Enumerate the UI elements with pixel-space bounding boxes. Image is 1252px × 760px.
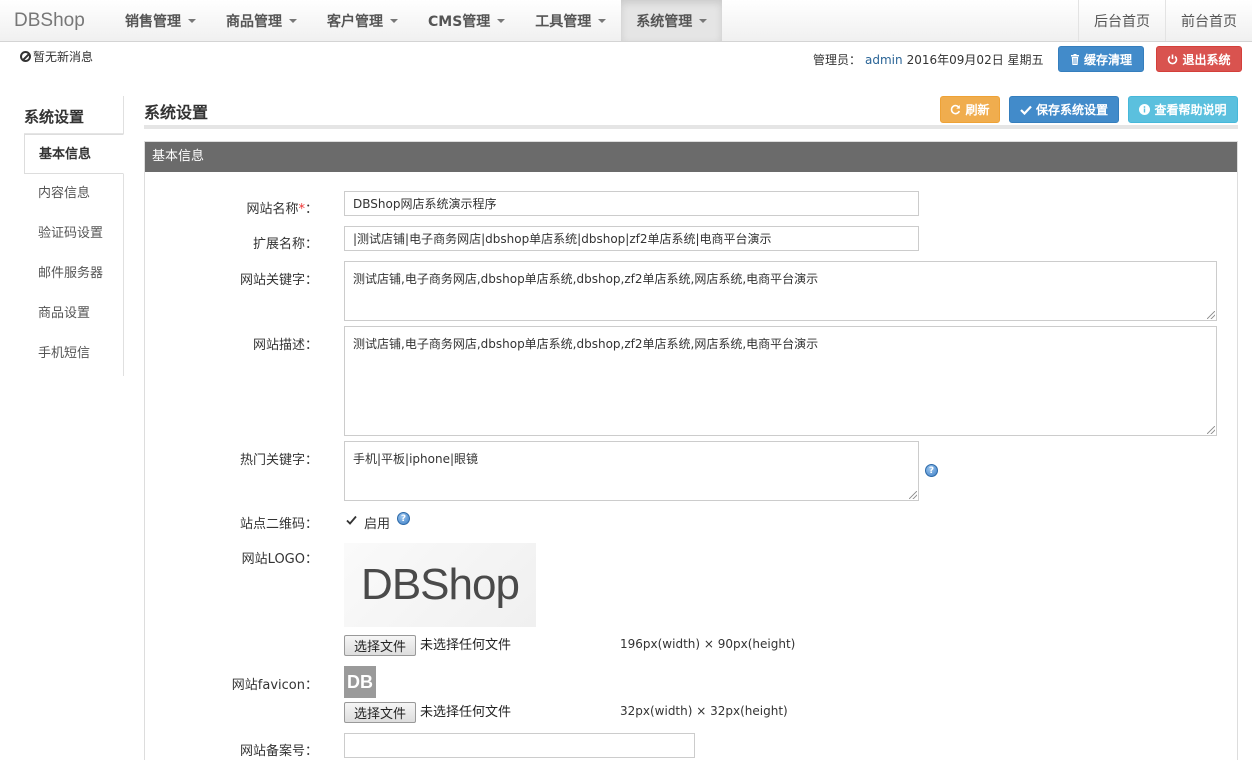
sub-header: 暂无新消息 管理员： admin 2016年09月02日 星期五 缓存清理 退出系统: [0, 42, 1252, 76]
sidebar-item-mail-server[interactable]: 邮件服务器: [24, 254, 123, 294]
nav-tools-label: 工具管理: [535, 13, 592, 30]
keywords-label: 网站关键字：: [239, 273, 318, 288]
logo-text: DBShop: [361, 560, 520, 609]
nav-sales-label: 销售管理: [125, 13, 181, 30]
logo-dimensions: 196px(width) × 90px(height): [620, 637, 796, 651]
sidebar-item-sms[interactable]: 手机短信: [24, 334, 123, 374]
main-menu: 销售管理 商品管理 客户管理 CMS管理 工具管理 系统管理: [110, 0, 723, 41]
nav-sales[interactable]: 销售管理: [110, 0, 211, 41]
help-label: 查看帮助说明: [1154, 103, 1227, 117]
description-label: 网站描述：: [252, 338, 318, 353]
admin-home-link[interactable]: 后台首页: [1078, 0, 1165, 41]
cache-clear-label: 缓存清理: [1083, 52, 1132, 67]
caret-down-icon: [188, 18, 196, 23]
sidebar-item-content-info[interactable]: 内容信息: [24, 174, 123, 214]
site-name-label-text: 网站名称: [246, 202, 299, 217]
logout-label: 退出系统: [1182, 52, 1231, 67]
top-navbar: DBShop 销售管理 商品管理 客户管理 CMS管理 工具管理 系统管理 后台…: [0, 0, 1252, 42]
refresh-label: 刷新: [965, 103, 990, 117]
hot-keywords-label: 热门关键字：: [239, 453, 318, 468]
nav-goods-label: 商品管理: [226, 13, 282, 30]
site-name-label: 网站名称*：: [118, 198, 318, 217]
resize-handle-icon[interactable]: [909, 491, 917, 499]
caret-down-icon: [497, 18, 506, 23]
help-question-icon[interactable]: ?: [397, 512, 410, 525]
sidebar-title: 系统设置: [24, 96, 123, 134]
site-name-colon: ：: [304, 202, 318, 217]
refresh-icon: [951, 104, 961, 115]
logo-file-button[interactable]: 选择文件: [344, 635, 416, 656]
nav-goods[interactable]: 商品管理: [211, 0, 312, 41]
ban-icon: [20, 51, 31, 62]
cache-clear-button[interactable]: 缓存清理: [1058, 46, 1144, 72]
nav-system[interactable]: 系统管理: [621, 0, 723, 41]
nav-right: 后台首页 前台首页: [1078, 0, 1252, 41]
logo-file-status: 未选择任何文件: [420, 638, 512, 653]
nav-cms-label: CMS管理: [428, 13, 491, 30]
sidebar-item-basic-info[interactable]: 基本信息: [24, 134, 124, 174]
message-notice[interactable]: 暂无新消息: [20, 48, 93, 65]
save-settings-button[interactable]: 保存系统设置: [1009, 96, 1119, 123]
logo-label: 网站LOGO：: [241, 552, 318, 567]
favicon-file-status: 未选择任何文件: [420, 705, 512, 720]
nav-system-label: 系统管理: [636, 13, 693, 30]
caret-down-icon: [598, 18, 607, 23]
description-textarea[interactable]: 测试店铺,电子商务网店,dbshop单店系统,dbshop,zf2单店系统,网店…: [344, 326, 1217, 436]
page-title: 系统设置: [144, 103, 209, 122]
help-button[interactable]: 查看帮助说明: [1128, 96, 1238, 123]
description-value: 测试店铺,电子商务网店,dbshop单店系统,dbshop,zf2单店系统,网店…: [353, 337, 819, 351]
refresh-button[interactable]: 刷新: [940, 96, 1000, 123]
info-icon: [1139, 104, 1151, 115]
trash-icon: [1070, 53, 1079, 65]
logout-button[interactable]: 退出系统: [1156, 46, 1242, 72]
nav-customers-label: 客户管理: [327, 13, 383, 30]
help-question-icon[interactable]: ?: [925, 464, 938, 477]
front-home-link[interactable]: 前台首页: [1165, 0, 1252, 41]
admin-prefix: 管理员：: [813, 53, 862, 67]
admin-name-link[interactable]: admin: [865, 53, 903, 67]
admin-info: 管理员： admin 2016年09月02日 星期五: [813, 51, 1044, 68]
caret-down-icon: [289, 18, 297, 23]
hot-keywords-textarea[interactable]: 手机|平板|iphone|眼镜: [344, 441, 919, 501]
sidebar: 系统设置 基本信息 内容信息 验证码设置 邮件服务器 商品设置 手机短信: [24, 96, 124, 376]
ext-name-input[interactable]: |测试店铺|电子商务网店|dbshop单店系统|dbshop|zf2单店系统|电…: [344, 226, 919, 251]
resize-handle-icon[interactable]: [1207, 311, 1215, 319]
ext-name-label: 扩展名称：: [252, 237, 318, 252]
message-notice-text: 暂无新消息: [33, 50, 94, 64]
nav-customers[interactable]: 客户管理: [312, 0, 413, 41]
check-icon: [1020, 105, 1032, 115]
qrcode-checkbox[interactable]: [345, 514, 358, 527]
qrcode-enable-label[interactable]: 启用: [364, 513, 390, 532]
nav-cms[interactable]: CMS管理: [413, 0, 520, 41]
keywords-textarea[interactable]: 测试店铺,电子商务网店,dbshop单店系统,dbshop,zf2单店系统,网店…: [344, 261, 1217, 321]
favicon-file-button[interactable]: 选择文件: [344, 702, 416, 723]
hot-keywords-value: 手机|平板|iphone|眼镜: [353, 452, 479, 466]
caret-down-icon: [390, 18, 398, 23]
favicon-preview: DB: [344, 666, 376, 698]
title-divider: [144, 125, 1238, 129]
caret-down-icon: [699, 18, 708, 23]
current-date: 2016年09月02日 星期五: [906, 53, 1044, 67]
favicon-dimensions: 32px(width) × 32px(height): [620, 704, 788, 718]
site-logo-preview: DBShop: [344, 543, 536, 627]
resize-handle-icon[interactable]: [1207, 426, 1215, 434]
qrcode-label: 站点二维码：: [239, 517, 318, 532]
brand-logo[interactable]: DBShop: [0, 0, 110, 41]
icp-input[interactable]: [344, 733, 695, 758]
site-name-input[interactable]: DBShop网店系统演示程序: [344, 191, 919, 216]
power-icon: [1168, 54, 1178, 64]
icp-label: 网站备案号：: [239, 744, 318, 759]
keywords-value: 测试店铺,电子商务网店,dbshop单店系统,dbshop,zf2单店系统,网店…: [353, 272, 819, 286]
sidebar-item-captcha[interactable]: 验证码设置: [24, 214, 123, 254]
save-settings-label: 保存系统设置: [1035, 103, 1108, 117]
nav-tools[interactable]: 工具管理: [520, 0, 621, 41]
favicon-label: 网站favicon：: [231, 678, 318, 693]
favicon-text: DB: [347, 671, 373, 692]
sidebar-item-goods-settings[interactable]: 商品设置: [24, 294, 123, 334]
panel-header: 基本信息: [145, 142, 1237, 172]
